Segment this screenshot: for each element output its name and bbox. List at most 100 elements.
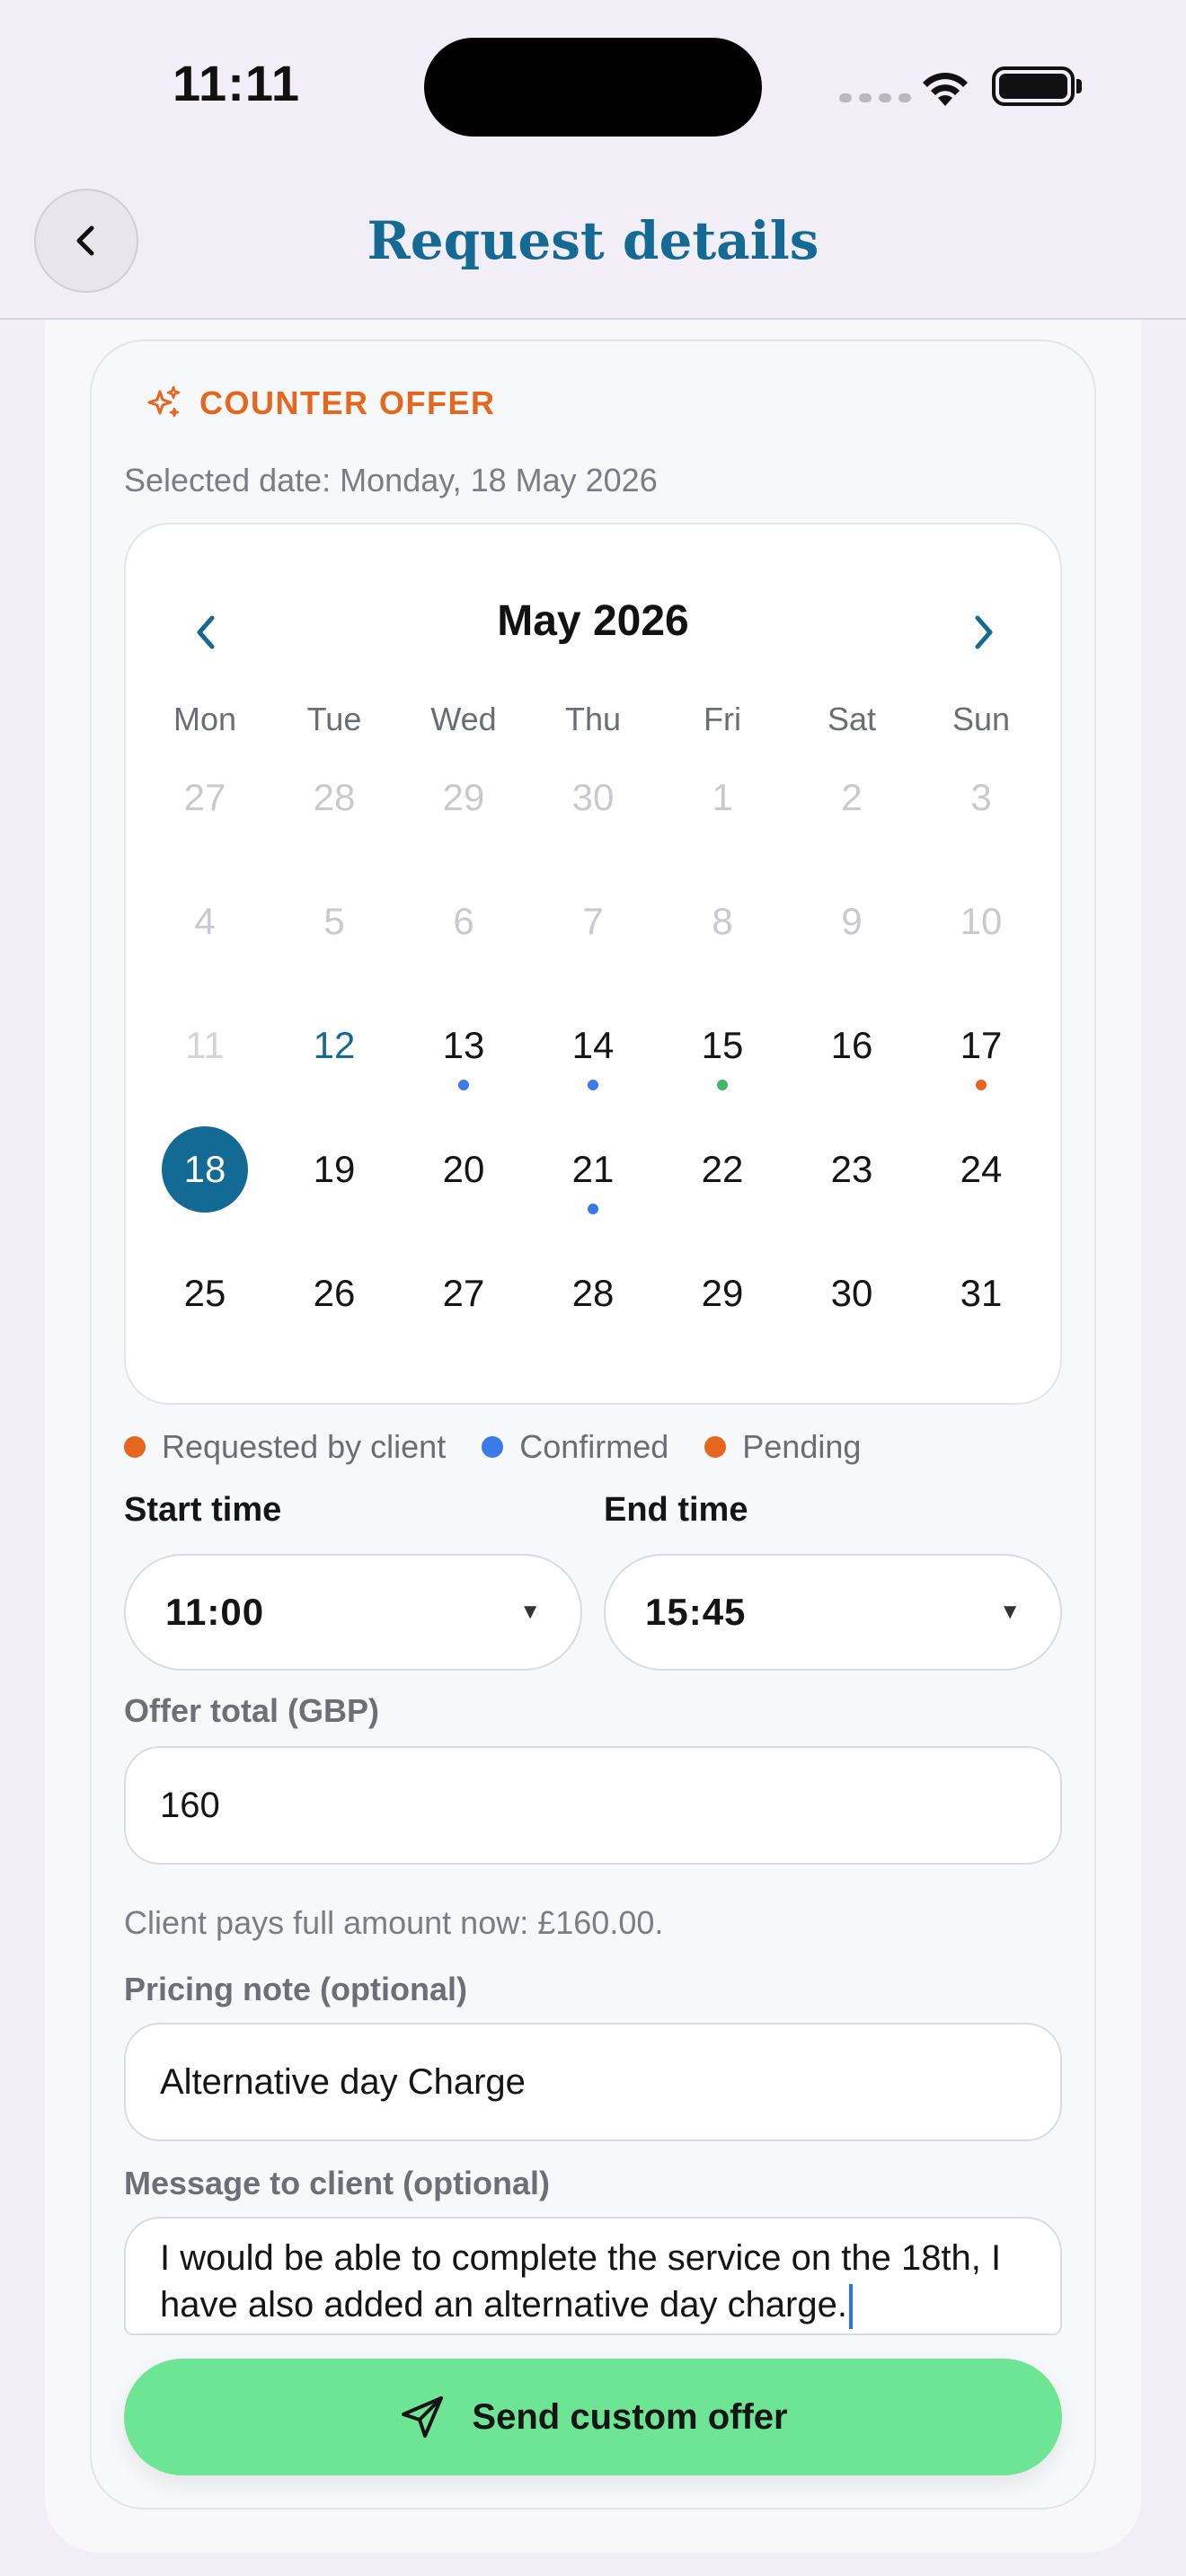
calendar-day[interactable]: 14	[528, 1002, 658, 1101]
calendar-day[interactable]: 27	[399, 1250, 528, 1349]
calendar-day[interactable]: 15	[658, 1002, 787, 1101]
event-dot	[976, 1080, 987, 1090]
message-textarea[interactable]: I would be able to complete the service …	[124, 2217, 1062, 2335]
end-time-label: End time	[604, 1491, 748, 1529]
weekday-label: Fri	[704, 701, 741, 737]
calendar-day[interactable]: 19	[270, 1126, 399, 1225]
calendar-day-selected[interactable]: 18	[140, 1126, 270, 1225]
calendar-day-number: 10	[960, 900, 1003, 942]
selected-date-text: Selected date: Monday, 18 May 2026	[124, 462, 658, 498]
calendar-day-number: 7	[582, 900, 604, 942]
calendar-day[interactable]: 30	[787, 1250, 916, 1349]
event-dot	[588, 1080, 598, 1090]
calendar-day-number: 23	[830, 1148, 873, 1190]
end-time-select[interactable]: 15:45 ▼	[604, 1554, 1062, 1671]
calendar-day-number: 13	[442, 1024, 485, 1066]
calendar-day-number: 11	[185, 1024, 225, 1066]
calendar-day-number: 9	[841, 900, 863, 942]
legend-label: Pending	[742, 1428, 862, 1465]
calendar-day[interactable]: 21	[528, 1126, 658, 1225]
sparkles-icon	[147, 385, 181, 418]
calendar-day: 28	[270, 754, 399, 853]
calendar-day[interactable]: 28	[528, 1250, 658, 1349]
event-dot	[588, 1204, 598, 1214]
end-time-value: 15:45	[645, 1591, 747, 1633]
calendar-day[interactable]: 26	[270, 1250, 399, 1349]
calendar-day[interactable]: 13	[399, 1002, 528, 1101]
calendar-day[interactable]: 25	[140, 1250, 270, 1349]
legend-dot	[482, 1436, 504, 1458]
calendar-day: 3	[916, 754, 1046, 853]
calendar-day[interactable]: 20	[399, 1126, 528, 1225]
calendar-day-number: 29	[442, 776, 485, 818]
calendar-day[interactable]: 23	[787, 1126, 916, 1225]
calendar-day-number: 2	[841, 776, 863, 818]
text-cursor	[848, 2284, 853, 2330]
status-bar: 11:11	[0, 0, 1186, 171]
start-time-label: Start time	[124, 1491, 282, 1529]
calendar-day[interactable]: 22	[658, 1126, 787, 1225]
calendar-day-number: 8	[712, 900, 733, 942]
calendar-day: 2	[787, 754, 916, 853]
calendar-day[interactable]: 29	[658, 1250, 787, 1349]
weekday-label: Thu	[564, 701, 622, 737]
offer-total-value: 160	[160, 1785, 220, 1825]
counter-offer-label: COUNTER OFFER	[199, 384, 496, 421]
battery-tip	[1076, 79, 1082, 93]
start-time-select[interactable]: 11:00 ▼	[124, 1554, 582, 1671]
offer-hint-text: Client pays full amount now: £160.00.	[124, 1904, 664, 1941]
calendar-day-number: 6	[453, 900, 474, 942]
calendar-day-number: 27	[442, 1272, 485, 1314]
calendar-day[interactable]: 17	[916, 1002, 1046, 1101]
calendar-day-number: 29	[701, 1272, 744, 1314]
pricing-note-input[interactable]: Alternative day Charge	[124, 2023, 1062, 2141]
battery-icon	[992, 66, 1075, 106]
weekday-label: Wed	[430, 701, 497, 737]
event-dot	[717, 1080, 728, 1090]
legend-dot	[704, 1436, 727, 1458]
calendar-day-number: 1	[712, 776, 733, 818]
calendar-day[interactable]: 16	[787, 1002, 916, 1101]
calendar-day: 27	[140, 754, 270, 853]
legend-item: Confirmed	[482, 1428, 668, 1466]
calendar-day-number: 30	[830, 1272, 873, 1314]
calendar-day-number: 27	[183, 776, 226, 818]
calendar-day-number: 4	[194, 900, 216, 942]
calendar-day: 30	[528, 754, 658, 853]
send-icon	[402, 2396, 444, 2438]
calendar-day-number: 15	[701, 1024, 744, 1066]
calendar-day: 11	[140, 1002, 270, 1101]
calendar-day-number: 22	[701, 1148, 744, 1190]
send-button-label: Send custom offer	[472, 2396, 788, 2437]
calendar-day-number: 25	[183, 1272, 226, 1314]
weekday-label: Tue	[306, 701, 362, 737]
calendar-day-number: 14	[571, 1024, 615, 1066]
send-custom-offer-button[interactable]: Send custom offer	[124, 2359, 1062, 2475]
calendar-month-title: May 2026	[497, 597, 689, 645]
next-month-button[interactable]	[947, 596, 1019, 668]
calendar-day: 29	[399, 754, 528, 853]
calendar-day-number: 19	[313, 1148, 356, 1190]
calendar-day[interactable]: 12	[270, 1002, 399, 1101]
weekday-label: Sat	[827, 701, 877, 737]
dynamic-island	[424, 38, 762, 137]
calendar-day-number: 31	[960, 1272, 1003, 1314]
calendar-day: 6	[399, 878, 528, 977]
message-label: Message to client (optional)	[124, 2165, 551, 2201]
calendar-day-number: 30	[571, 776, 615, 818]
chevron-right-icon	[975, 615, 993, 649]
calendar-day-number: 18	[162, 1126, 248, 1213]
calendar-day-number: 24	[960, 1148, 1003, 1190]
calendar-day[interactable]: 31	[916, 1250, 1046, 1349]
calendar-day[interactable]: 24	[916, 1126, 1046, 1225]
legend-item: Requested by client	[124, 1428, 446, 1466]
calendar-day-number: 3	[970, 776, 992, 818]
app-header: Request details	[0, 171, 1186, 320]
wifi-icon	[923, 73, 968, 106]
offer-total-input[interactable]: 160	[124, 1746, 1062, 1865]
weekday-label: Sun	[951, 701, 1011, 737]
calendar-day: 4	[140, 878, 270, 977]
legend-dot	[124, 1436, 146, 1458]
cellular-signal-icon	[839, 93, 911, 102]
calendar-day-number: 16	[830, 1024, 873, 1066]
